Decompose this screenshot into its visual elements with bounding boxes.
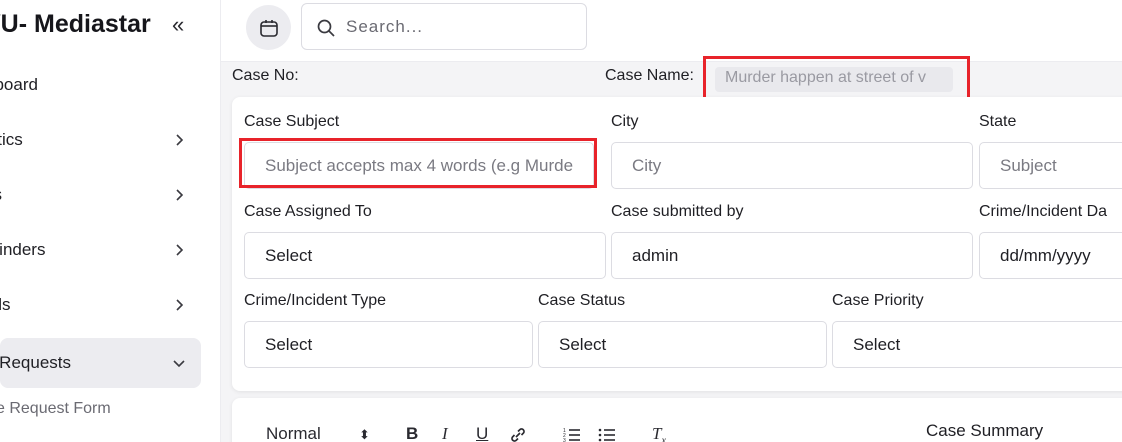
sidebar-item-label: ks (0, 185, 2, 205)
case-submitted-by-label: Case submitted by (611, 203, 744, 220)
sidebar-subitem-case-request-form[interactable]: se Request Form (0, 400, 111, 418)
case-priority-label: Case Priority (832, 292, 924, 309)
link-icon[interactable] (509, 424, 527, 442)
sidebar-item-label: e Requests (0, 353, 71, 372)
crime-incident-type-select[interactable]: Select (244, 321, 533, 368)
sidebar-item-emails[interactable]: ails (0, 280, 201, 330)
top-bar (221, 0, 1122, 62)
chevron-down-icon (173, 360, 185, 368)
bold-icon[interactable]: B (406, 424, 418, 442)
city-input[interactable]: City (611, 142, 973, 189)
sidebar-item-reminders[interactable]: minders (0, 225, 201, 275)
case-status-label: Case Status (538, 292, 626, 309)
state-label: State (979, 113, 1017, 130)
select-arrows-icon: ⬍ (359, 427, 370, 442)
sidebar-item-label: minders (0, 240, 46, 259)
crime-incident-type-label: Crime/Incident Type (244, 292, 386, 309)
case-subject-highlight (239, 138, 597, 188)
case-no-label: Case No: (232, 67, 299, 84)
city-label: City (611, 113, 639, 130)
case-subject-label: Case Subject (244, 113, 340, 130)
crime-incident-date-label: Crime/Incident Da (979, 203, 1108, 220)
case-name-label: Case Name: (605, 67, 694, 84)
chevron-right-icon (176, 189, 184, 201)
sidebar-item-label: hboard (0, 75, 38, 94)
sidebar-item-label: ails (0, 295, 11, 314)
case-summary-label: Case Summary (926, 421, 1044, 440)
case-assigned-to-label: Case Assigned To (244, 203, 372, 220)
bullet-list-icon[interactable] (598, 424, 616, 442)
crime-incident-date-input[interactable]: dd/mm/yyyy (979, 232, 1122, 279)
sidebar-item-analytics[interactable]: lytics (0, 115, 201, 165)
sidebar: VU- Mediastar « hboard lytics ks minders… (0, 0, 221, 442)
state-input[interactable]: Subject (979, 142, 1122, 189)
calendar-icon (259, 19, 278, 37)
italic-icon[interactable]: I (442, 424, 448, 442)
collapse-sidebar-icon[interactable]: « (172, 12, 184, 38)
search-icon (317, 19, 335, 37)
chevron-right-icon (176, 134, 184, 146)
sidebar-item-label: lytics (0, 130, 23, 149)
search-input[interactable] (346, 14, 576, 40)
underline-icon[interactable]: U (476, 424, 488, 442)
app-brand: VU- Mediastar (0, 10, 151, 38)
sidebar-item-case-requests[interactable]: e Requests (0, 338, 201, 388)
search-box[interactable] (301, 3, 587, 50)
case-assigned-to-select[interactable]: Select (244, 232, 606, 279)
sidebar-item-dashboard[interactable]: hboard (0, 60, 201, 110)
case-submitted-by-input[interactable]: admin (611, 232, 973, 279)
clear-format-icon[interactable]: Tx (652, 424, 666, 442)
case-priority-select[interactable]: Select (832, 321, 1122, 368)
chevron-right-icon (176, 299, 184, 311)
case-status-select[interactable]: Select (538, 321, 827, 368)
calendar-button[interactable] (246, 5, 291, 50)
sidebar-item-tasks[interactable]: ks (0, 170, 201, 220)
format-select[interactable]: Normal (266, 424, 321, 442)
ordered-list-icon[interactable]: 123 (563, 424, 581, 442)
svg-text:3: 3 (563, 438, 566, 442)
chevron-right-icon (176, 244, 184, 256)
